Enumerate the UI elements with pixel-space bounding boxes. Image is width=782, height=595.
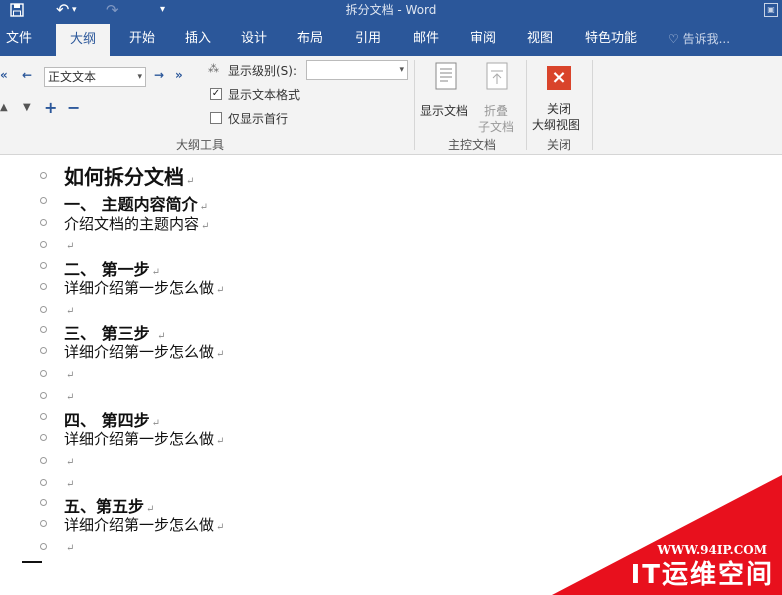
outline-bullet-icon [40,392,47,399]
document-icon [435,62,457,90]
tab-home[interactable]: 开始 [124,20,160,56]
outline-item[interactable]: 详细介绍第一步怎么做 ↵ [0,341,782,363]
outline-bullet-icon [40,413,47,420]
group-separator [414,60,415,150]
lightbulb-icon: ♡ [668,32,679,46]
outline-bullet-icon [40,457,47,464]
close-icon: × [547,66,571,90]
close-group-label: 关闭 [546,138,571,152]
outline-item[interactable]: ↵ [0,235,782,257]
promote-to-heading1-icon[interactable]: « [0,68,8,82]
promote-icon[interactable]: ← [22,68,32,82]
outline-item[interactable]: 详细介绍第一步怎么做 ↵ [0,277,782,299]
outline-bullet-icon [40,520,47,527]
outline-bullet-icon [40,543,47,550]
show-first-line-checkbox[interactable] [210,112,222,124]
group-separator [526,60,527,150]
chevron-down-icon: ▾ [399,65,404,75]
group-separator [592,60,593,150]
outline-bullet-icon [40,241,47,248]
move-up-icon[interactable]: ▲ [0,102,8,113]
show-text-format-checkbox[interactable]: ✓ [210,88,222,100]
tell-me-search[interactable]: ♡ 告诉我... [668,20,742,56]
outline-item[interactable]: 三、 第三步 ↵ [0,320,782,343]
close-outline-view-button[interactable]: × 关闭 大纲视图 [530,60,588,132]
outline-bullet-icon [40,306,47,313]
collapse-subdocument-icon [486,62,508,90]
chevron-down-icon: ▾ [137,72,142,82]
outline-item[interactable]: ↵ [0,300,782,322]
show-level-label: 显示级别(S): [228,64,298,78]
outline-item[interactable]: 如何拆分文档 ↵ [0,163,782,189]
outline-bullet-icon [40,262,47,269]
expand-icon[interactable]: + [44,98,57,117]
tab-mailings[interactable]: 邮件 [408,20,444,56]
outline-bullet-icon [40,219,47,226]
tab-insert[interactable]: 插入 [180,20,216,56]
outline-item[interactable]: 介绍文档的主题内容 ↵ [0,213,782,235]
outline-bullet-icon [40,434,47,441]
outline-item[interactable]: ↵ [0,364,782,386]
outline-item[interactable]: 一、 主题内容简介 ↵ [0,191,782,214]
outline-bullet-icon [40,347,47,354]
outline-item[interactable]: 四、 第四步 ↵ [0,407,782,430]
master-document-group-label: 主控文档 [447,138,496,152]
outline-level-dropdown[interactable]: 正文文本 ▾ [44,67,146,87]
tab-review[interactable]: 审阅 [465,20,501,56]
outline-item[interactable]: ↵ [0,451,782,473]
tab-design[interactable]: 设计 [236,20,272,56]
title-bar: ↶ ▾ ↷ ▾ 拆分文档 - Word ▣ [0,0,782,20]
window-title: 拆分文档 - Word [345,3,437,17]
tab-references[interactable]: 引用 [350,20,386,56]
show-document-button[interactable]: 显示文档 [420,60,472,132]
tab-outline[interactable]: 大纲 [56,24,110,56]
show-first-line-label: 仅显示首行 [228,112,289,126]
outline-bullet-icon [40,172,47,179]
ribbon-tabs: 文件 大纲 开始 插入 设计 布局 引用 邮件 审阅 视图 特色功能 ♡ 告诉我… [0,20,782,56]
move-down-icon[interactable]: ▼ [23,102,31,113]
document-end-marker [22,561,42,563]
collapse-subdocuments-button: 折叠 子文档 [476,60,520,134]
outline-item[interactable]: ↵ [0,386,782,408]
tab-special-features[interactable]: 特色功能 [580,20,642,56]
outline-item[interactable]: 详细介绍第一步怎么做 ↵ [0,428,782,450]
ribbon-display-options-icon[interactable]: ▣ [764,3,778,17]
tab-file[interactable]: 文件 [0,20,38,56]
outline-bullet-icon [40,499,47,506]
outline-bullet-icon [40,197,47,204]
watermark-name: IT运维空间 [630,560,774,590]
tab-layout[interactable]: 布局 [292,20,328,56]
show-level-dropdown[interactable]: ▾ [306,60,408,80]
show-text-format-label: 显示文本格式 [228,88,301,102]
outline-bullet-icon [40,283,47,290]
outline-tools-group-label: 大纲工具 [175,138,224,152]
demote-icon[interactable]: → [154,68,164,82]
tab-view[interactable]: 视图 [522,20,558,56]
show-level-icon: ⁂ [208,62,219,75]
outline-bullet-icon [40,370,47,377]
outline-item[interactable]: 二、 第一步 ↵ [0,256,782,279]
ribbon: « ← 正文文本 ▾ → » ▲ ▼ + − ⁂ 显示级别(S): ▾ ✓ 显示… [0,56,782,155]
demote-to-body-icon[interactable]: » [175,68,183,82]
collapse-icon[interactable]: − [67,98,80,117]
outline-bullet-icon [40,326,47,333]
outline-bullet-icon [40,479,47,486]
